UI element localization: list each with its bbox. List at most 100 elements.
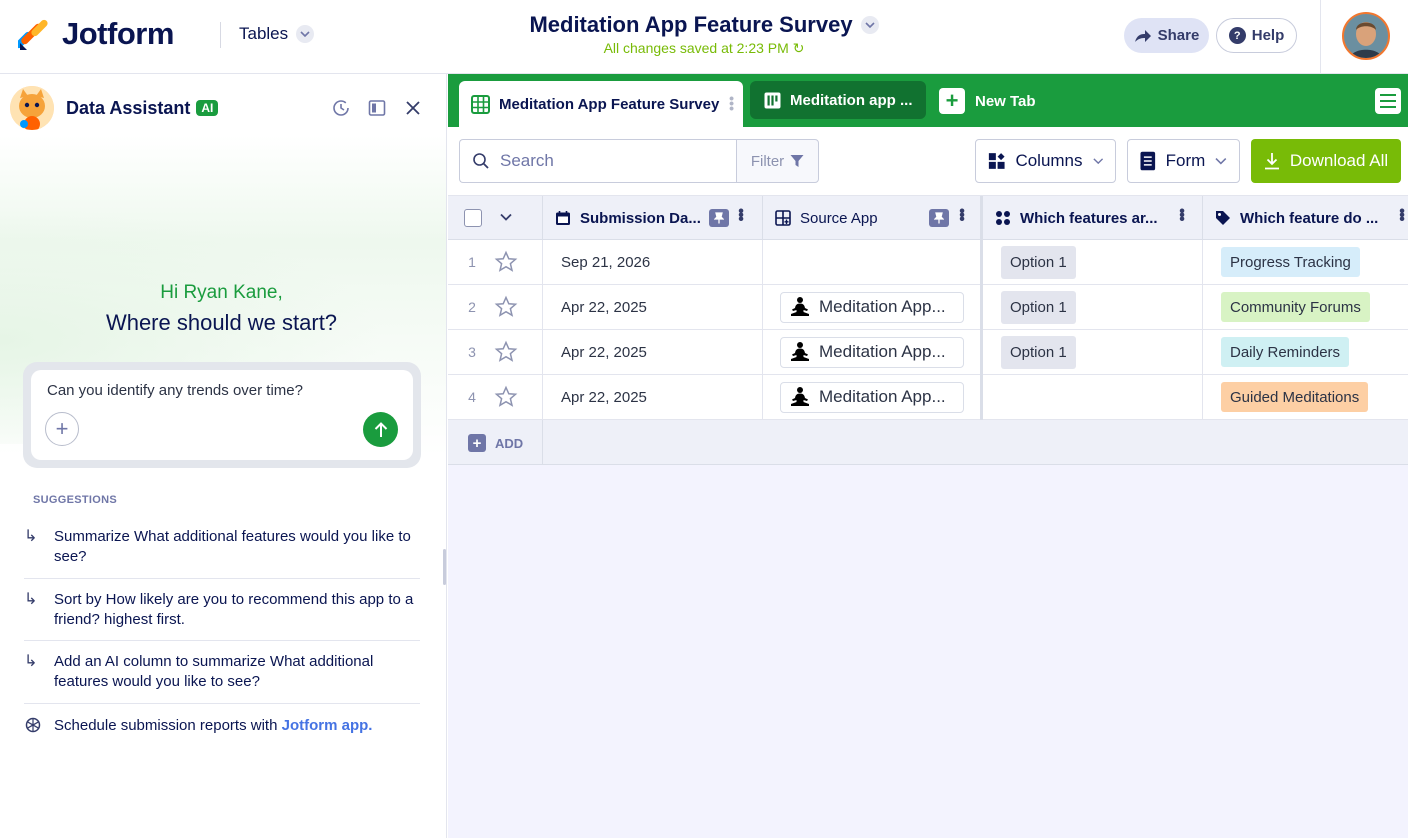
history-icon[interactable] bbox=[331, 98, 351, 118]
plus-icon: + bbox=[468, 434, 486, 452]
suggestions-heading: SUGGESTIONS bbox=[33, 494, 117, 506]
source-app-name: Meditation App... bbox=[819, 342, 946, 361]
columns-icon bbox=[988, 153, 1005, 169]
share-label: Share bbox=[1157, 27, 1200, 44]
feature-tag: Guided Meditations bbox=[1221, 382, 1369, 412]
tables-dropdown[interactable]: Tables bbox=[239, 24, 315, 44]
star-icon[interactable] bbox=[494, 295, 518, 319]
which-feature-cell[interactable]: Progress Tracking bbox=[1203, 240, 1408, 284]
column-options-icon[interactable]: • • • bbox=[1179, 204, 1185, 228]
title-area: Meditation App Feature Survey All change… bbox=[480, 12, 928, 57]
select-all-header bbox=[448, 196, 543, 240]
jotform-app-link[interactable]: Jotform app. bbox=[282, 717, 373, 734]
prompt-text[interactable]: Can you identify any trends over time? bbox=[47, 382, 303, 399]
table-toolbar: Filter Columns Form Download All bbox=[448, 127, 1408, 196]
save-status: All changes saved at 2:23 PM ↻ bbox=[480, 40, 928, 57]
schedule-reports-item[interactable]: Schedule submission reports with Jotform… bbox=[24, 716, 420, 740]
page-title: Meditation App Feature Survey bbox=[529, 12, 853, 37]
star-icon[interactable] bbox=[494, 340, 518, 364]
submission-date-cell[interactable]: Sep 21, 2026 bbox=[543, 240, 763, 284]
jotform-logo[interactable]: Jotform bbox=[15, 16, 174, 52]
tabs-bar: Meditation App Feature Survey • • • Medita… bbox=[448, 74, 1408, 127]
source-app-cell[interactable]: Meditation App... bbox=[763, 375, 983, 419]
submission-date-cell[interactable]: Apr 22, 2025 bbox=[543, 285, 763, 329]
send-button[interactable] bbox=[363, 412, 398, 447]
menu-icon[interactable] bbox=[1375, 88, 1401, 114]
prompt-input[interactable]: Can you identify any trends over time? + bbox=[31, 370, 413, 460]
row-number: 3 bbox=[468, 344, 476, 360]
close-icon[interactable] bbox=[403, 98, 423, 118]
table-row[interactable]: 4 Apr 22, 2025 Meditation App... Guided … bbox=[448, 375, 1408, 420]
column-header-source-app[interactable]: Source App • • • bbox=[763, 196, 981, 240]
filter-button[interactable]: Filter bbox=[736, 139, 819, 183]
which-features-cell[interactable]: Option 1 bbox=[983, 285, 1203, 329]
tag-icon bbox=[1216, 211, 1230, 225]
share-button[interactable]: Share bbox=[1124, 18, 1209, 53]
columns-button[interactable]: Columns bbox=[975, 139, 1116, 183]
schedule-prefix: Schedule submission reports with bbox=[54, 717, 282, 734]
column-header-which-feature-do[interactable]: Which feature do ... • • • bbox=[1203, 196, 1408, 240]
add-row-divider bbox=[542, 420, 543, 464]
prompt-box: Can you identify any trends over time? + bbox=[23, 362, 421, 468]
user-avatar[interactable] bbox=[1342, 12, 1390, 60]
which-features-cell[interactable]: Option 1 bbox=[983, 240, 1203, 284]
tab-options-icon[interactable]: • • • bbox=[729, 91, 734, 115]
pin-icon[interactable] bbox=[929, 209, 949, 227]
tab-meditation-app-report[interactable]: Meditation app ... bbox=[750, 81, 926, 119]
star-icon[interactable] bbox=[494, 385, 518, 409]
column-header-label: Submission Da... bbox=[580, 209, 701, 227]
suggestion-text: Sort by How likely are you to recommend … bbox=[54, 591, 414, 628]
ai-badge: AI bbox=[196, 100, 219, 116]
panel-resize-handle[interactable] bbox=[443, 549, 446, 585]
submission-date-cell[interactable]: Apr 22, 2025 bbox=[543, 375, 763, 419]
panel-toggle-icon[interactable] bbox=[367, 98, 387, 118]
suggestion-item[interactable]: ↳ Summarize What additional features wou… bbox=[24, 527, 420, 567]
suggestion-item[interactable]: ↳ Sort by How likely are you to recommen… bbox=[24, 590, 420, 630]
table-row[interactable]: 3 Apr 22, 2025 Meditation App... Option … bbox=[448, 330, 1408, 375]
feature-tag: Progress Tracking bbox=[1221, 247, 1360, 277]
column-header-submission-date[interactable]: Submission Da... • • • bbox=[543, 196, 763, 240]
suggestion-item[interactable]: ↳ Add an AI column to summarize What add… bbox=[24, 652, 420, 692]
column-header-which-features[interactable]: Which features ar... • • • bbox=[983, 196, 1203, 240]
tab-meditation-survey-table[interactable]: Meditation App Feature Survey • • • bbox=[459, 81, 743, 127]
widget-icon bbox=[775, 210, 791, 226]
source-app-chip: Meditation App... bbox=[780, 291, 964, 323]
frozen-column-divider bbox=[980, 196, 983, 420]
pin-icon[interactable] bbox=[709, 209, 729, 227]
new-tab-button[interactable]: + New Tab bbox=[939, 88, 1036, 114]
column-options-icon[interactable]: • • • bbox=[1399, 204, 1405, 228]
add-row-button[interactable]: + ADD bbox=[468, 434, 523, 452]
which-features-cell[interactable] bbox=[983, 375, 1203, 419]
submission-date-cell[interactable]: Apr 22, 2025 bbox=[543, 330, 763, 374]
which-feature-cell[interactable]: Guided Meditations bbox=[1203, 375, 1408, 419]
attach-plus-button[interactable]: + bbox=[45, 412, 79, 446]
column-options-icon[interactable]: • • • bbox=[959, 204, 965, 228]
row-number: 4 bbox=[468, 389, 476, 405]
bar-chart-icon bbox=[764, 92, 781, 108]
source-app-cell[interactable]: Meditation App... bbox=[763, 330, 983, 374]
which-features-cell[interactable]: Option 1 bbox=[983, 330, 1203, 374]
source-app-name: Meditation App... bbox=[819, 387, 946, 406]
chevron-down-icon bbox=[296, 25, 315, 43]
source-app-cell[interactable] bbox=[763, 240, 983, 284]
save-status-text: All changes saved at 2:23 PM bbox=[603, 40, 789, 56]
table-row[interactable]: 1 Sep 21, 2026 Option 1 Progress Trackin… bbox=[448, 240, 1408, 285]
select-all-checkbox[interactable] bbox=[464, 209, 482, 227]
app-title-dropdown[interactable]: Meditation App Feature Survey bbox=[529, 12, 879, 38]
help-button[interactable]: ? Help bbox=[1216, 18, 1297, 53]
which-feature-cell[interactable]: Community Forums bbox=[1203, 285, 1408, 329]
which-feature-cell[interactable]: Daily Reminders bbox=[1203, 330, 1408, 374]
row-number: 1 bbox=[468, 254, 476, 270]
star-icon[interactable] bbox=[494, 250, 518, 274]
chevron-down-icon[interactable] bbox=[500, 213, 512, 221]
search-box bbox=[459, 139, 737, 183]
column-options-icon[interactable]: • • • bbox=[738, 204, 744, 228]
source-app-chip: Meditation App... bbox=[780, 336, 964, 368]
form-button[interactable]: Form bbox=[1127, 139, 1240, 183]
openai-icon bbox=[24, 716, 42, 740]
source-app-cell[interactable]: Meditation App... bbox=[763, 285, 983, 329]
schedule-text: Schedule submission reports with Jotform… bbox=[54, 716, 372, 740]
table-row[interactable]: 2 Apr 22, 2025 Meditation App... Option … bbox=[448, 285, 1408, 330]
download-all-button[interactable]: Download All bbox=[1251, 139, 1401, 183]
search-input[interactable] bbox=[500, 151, 720, 171]
